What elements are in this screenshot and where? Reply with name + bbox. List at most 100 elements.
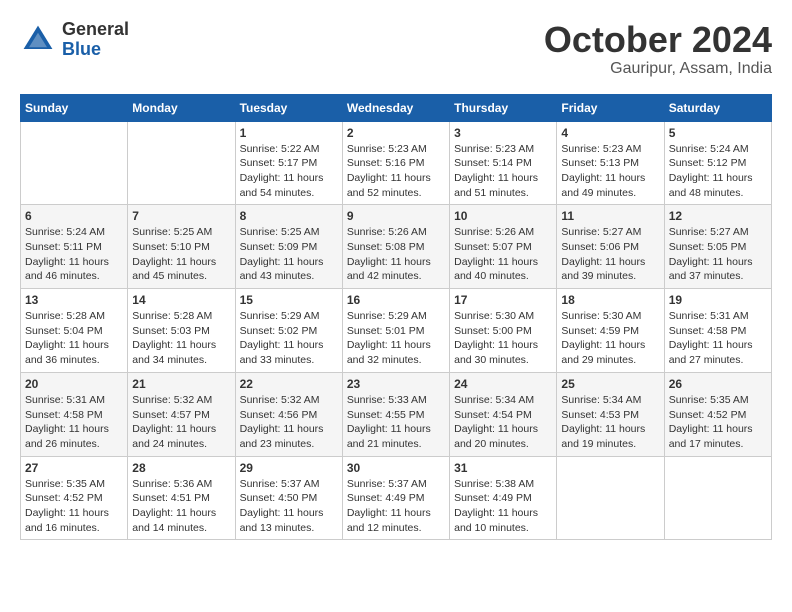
day-number: 23 — [347, 377, 445, 391]
logo-icon — [20, 22, 56, 58]
weekday-header: Friday — [557, 94, 664, 121]
weekday-header: Sunday — [21, 94, 128, 121]
calendar-cell: 8Sunrise: 5:25 AM Sunset: 5:09 PM Daylig… — [235, 205, 342, 289]
calendar-cell: 10 Sunrise: 5:26 AM Sunset: 5:07 PM Dayli… — [450, 205, 557, 289]
day-info: Sunrise: 5:34 AM Sunset: 4:54 PM Dayligh… — [454, 393, 552, 452]
calendar-cell: 20Sunrise: 5:31 AM Sunset: 4:58 PM Dayli… — [21, 372, 128, 456]
calendar-cell: 26Sunrise: 5:35 AM Sunset: 4:52 PM Dayli… — [664, 372, 771, 456]
calendar-cell: 23 Sunrise: 5:33 AM Sunset: 4:55 PM Dayli… — [342, 372, 449, 456]
calendar-cell: 17Sunrise: 5:30 AM Sunset: 5:00 PM Dayli… — [450, 289, 557, 373]
day-info: Sunrise: 5:22 AM Sunset: 5:17 PM Dayligh… — [240, 142, 338, 201]
day-info: Sunrise: 5:34 AM Sunset: 4:53 PM Dayligh… — [561, 393, 659, 452]
day-number: 10 — [454, 209, 552, 223]
calendar-cell: 30 Sunrise: 5:37 AM Sunset: 4:49 PM Dayli… — [342, 456, 449, 540]
calendar-cell: 7 Sunrise: 5:25 AM Sunset: 5:10 PM Daylig… — [128, 205, 235, 289]
day-info: Sunrise: 5:23 AM Sunset: 5:14 PM Dayligh… — [454, 142, 552, 201]
calendar-week-row: 13 Sunrise: 5:28 AM Sunset: 5:04 PM Dayli… — [21, 289, 772, 373]
day-number: 18 — [561, 293, 659, 307]
calendar-cell: 3Sunrise: 5:23 AM Sunset: 5:14 PM Daylig… — [450, 121, 557, 205]
calendar-cell: 1 Sunrise: 5:22 AM Sunset: 5:17 PM Daylig… — [235, 121, 342, 205]
page-header: General Blue October 2024 Gauripur, Assa… — [20, 20, 772, 78]
day-info: Sunrise: 5:35 AM Sunset: 4:52 PM Dayligh… — [25, 477, 123, 536]
calendar-cell — [128, 121, 235, 205]
day-info: Sunrise: 5:37 AM Sunset: 4:50 PM Dayligh… — [240, 477, 338, 536]
calendar-cell — [664, 456, 771, 540]
day-number: 1 — [240, 126, 338, 140]
day-number: 30 — [347, 461, 445, 475]
calendar-table: SundayMondayTuesdayWednesdayThursdayFrid… — [20, 94, 772, 541]
calendar-cell: 21Sunrise: 5:32 AM Sunset: 4:57 PM Dayli… — [128, 372, 235, 456]
day-info: Sunrise: 5:26 AM Sunset: 5:08 PM Dayligh… — [347, 225, 445, 284]
calendar-cell: 9 Sunrise: 5:26 AM Sunset: 5:08 PM Daylig… — [342, 205, 449, 289]
logo-blue: Blue — [62, 40, 129, 60]
day-number: 14 — [132, 293, 230, 307]
day-number: 29 — [240, 461, 338, 475]
day-info: Sunrise: 5:23 AM Sunset: 5:13 PM Dayligh… — [561, 142, 659, 201]
calendar-cell: 4 Sunrise: 5:23 AM Sunset: 5:13 PM Daylig… — [557, 121, 664, 205]
day-info: Sunrise: 5:31 AM Sunset: 4:58 PM Dayligh… — [669, 309, 767, 368]
day-info: Sunrise: 5:30 AM Sunset: 4:59 PM Dayligh… — [561, 309, 659, 368]
calendar-week-row: 20Sunrise: 5:31 AM Sunset: 4:58 PM Dayli… — [21, 372, 772, 456]
day-number: 16 — [347, 293, 445, 307]
weekday-header: Wednesday — [342, 94, 449, 121]
calendar-cell: 16 Sunrise: 5:29 AM Sunset: 5:01 PM Dayli… — [342, 289, 449, 373]
day-info: Sunrise: 5:27 AM Sunset: 5:06 PM Dayligh… — [561, 225, 659, 284]
day-info: Sunrise: 5:23 AM Sunset: 5:16 PM Dayligh… — [347, 142, 445, 201]
calendar-cell — [21, 121, 128, 205]
calendar-cell: 25Sunrise: 5:34 AM Sunset: 4:53 PM Dayli… — [557, 372, 664, 456]
day-info: Sunrise: 5:28 AM Sunset: 5:03 PM Dayligh… — [132, 309, 230, 368]
calendar-cell: 29 Sunrise: 5:37 AM Sunset: 4:50 PM Dayli… — [235, 456, 342, 540]
day-number: 2 — [347, 126, 445, 140]
day-number: 11 — [561, 209, 659, 223]
calendar-cell: 11 Sunrise: 5:27 AM Sunset: 5:06 PM Dayli… — [557, 205, 664, 289]
day-info: Sunrise: 5:37 AM Sunset: 4:49 PM Dayligh… — [347, 477, 445, 536]
calendar-cell — [557, 456, 664, 540]
day-number: 7 — [132, 209, 230, 223]
day-info: Sunrise: 5:24 AM Sunset: 5:11 PM Dayligh… — [25, 225, 123, 284]
weekday-header: Thursday — [450, 94, 557, 121]
calendar-week-row: 27 Sunrise: 5:35 AM Sunset: 4:52 PM Dayli… — [21, 456, 772, 540]
day-info: Sunrise: 5:38 AM Sunset: 4:49 PM Dayligh… — [454, 477, 552, 536]
weekday-header: Monday — [128, 94, 235, 121]
day-number: 22 — [240, 377, 338, 391]
calendar-cell: 13 Sunrise: 5:28 AM Sunset: 5:04 PM Dayli… — [21, 289, 128, 373]
day-number: 9 — [347, 209, 445, 223]
day-info: Sunrise: 5:33 AM Sunset: 4:55 PM Dayligh… — [347, 393, 445, 452]
day-number: 27 — [25, 461, 123, 475]
day-info: Sunrise: 5:32 AM Sunset: 4:56 PM Dayligh… — [240, 393, 338, 452]
day-number: 13 — [25, 293, 123, 307]
day-info: Sunrise: 5:25 AM Sunset: 5:10 PM Dayligh… — [132, 225, 230, 284]
weekday-header: Saturday — [664, 94, 771, 121]
day-info: Sunrise: 5:28 AM Sunset: 5:04 PM Dayligh… — [25, 309, 123, 368]
weekday-header: Tuesday — [235, 94, 342, 121]
day-number: 17 — [454, 293, 552, 307]
day-info: Sunrise: 5:36 AM Sunset: 4:51 PM Dayligh… — [132, 477, 230, 536]
day-number: 15 — [240, 293, 338, 307]
calendar-cell: 27 Sunrise: 5:35 AM Sunset: 4:52 PM Dayli… — [21, 456, 128, 540]
location-subtitle: Gauripur, Assam, India — [544, 60, 772, 78]
title-block: October 2024 Gauripur, Assam, India — [544, 20, 772, 78]
day-number: 28 — [132, 461, 230, 475]
calendar-cell: 28 Sunrise: 5:36 AM Sunset: 4:51 PM Dayli… — [128, 456, 235, 540]
calendar-cell: 18 Sunrise: 5:30 AM Sunset: 4:59 PM Dayli… — [557, 289, 664, 373]
logo-text: General Blue — [62, 20, 129, 60]
day-info: Sunrise: 5:27 AM Sunset: 5:05 PM Dayligh… — [669, 225, 767, 284]
calendar-cell: 6 Sunrise: 5:24 AM Sunset: 5:11 PM Daylig… — [21, 205, 128, 289]
day-info: Sunrise: 5:35 AM Sunset: 4:52 PM Dayligh… — [669, 393, 767, 452]
day-info: Sunrise: 5:29 AM Sunset: 5:01 PM Dayligh… — [347, 309, 445, 368]
logo: General Blue — [20, 20, 129, 60]
day-info: Sunrise: 5:25 AM Sunset: 5:09 PM Dayligh… — [240, 225, 338, 284]
day-info: Sunrise: 5:26 AM Sunset: 5:07 PM Dayligh… — [454, 225, 552, 284]
day-number: 6 — [25, 209, 123, 223]
day-number: 4 — [561, 126, 659, 140]
calendar-cell: 15Sunrise: 5:29 AM Sunset: 5:02 PM Dayli… — [235, 289, 342, 373]
calendar-cell: 19 Sunrise: 5:31 AM Sunset: 4:58 PM Dayli… — [664, 289, 771, 373]
calendar-cell: 5Sunrise: 5:24 AM Sunset: 5:12 PM Daylig… — [664, 121, 771, 205]
calendar-header-row: SundayMondayTuesdayWednesdayThursdayFrid… — [21, 94, 772, 121]
day-number: 19 — [669, 293, 767, 307]
day-number: 20 — [25, 377, 123, 391]
day-info: Sunrise: 5:24 AM Sunset: 5:12 PM Dayligh… — [669, 142, 767, 201]
day-number: 12 — [669, 209, 767, 223]
month-title: October 2024 — [544, 20, 772, 60]
calendar-cell: 31Sunrise: 5:38 AM Sunset: 4:49 PM Dayli… — [450, 456, 557, 540]
